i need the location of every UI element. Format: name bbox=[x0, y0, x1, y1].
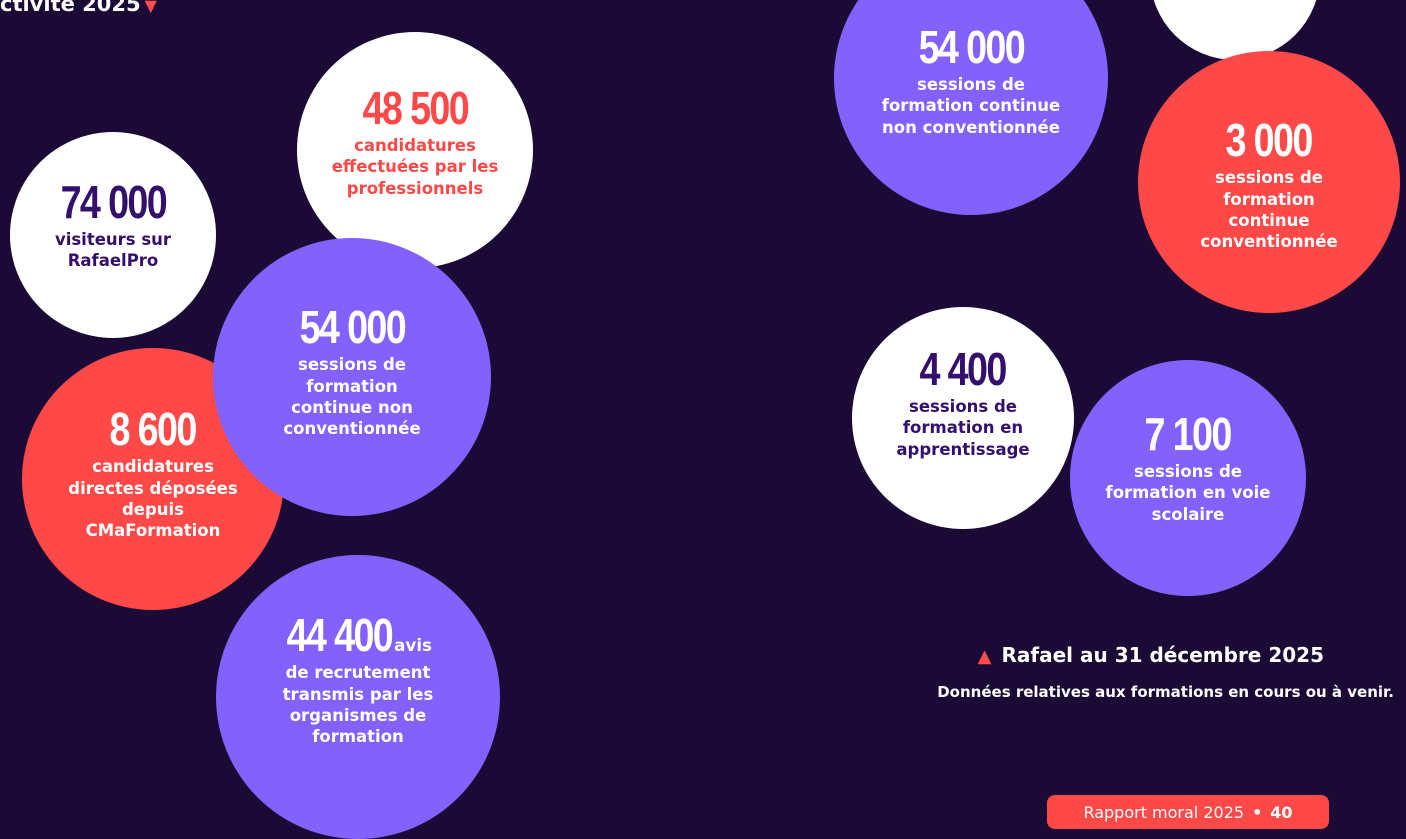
stat-bubble-visiteurs: 74 000 visiteurs sur RafaelPro bbox=[10, 132, 216, 338]
stat-text: sessions de formation continue non conve… bbox=[881, 74, 1061, 137]
stat-number: 54 000 bbox=[299, 301, 406, 354]
partial-bubble bbox=[1150, 0, 1320, 60]
stat-text: candidatures effectuées par les professi… bbox=[331, 135, 499, 198]
footnote-subtitle: Données relatives aux formations en cour… bbox=[937, 683, 1394, 701]
stat-bubble-sessions-continue-left: 54 000 sessions de formation continue no… bbox=[213, 238, 491, 516]
report-name: Rapport moral 2025 bbox=[1083, 802, 1245, 822]
stat-number: 74 000 bbox=[60, 175, 167, 228]
footnote-title: ▲ Rafael au 31 décembre 2025 bbox=[977, 643, 1324, 667]
stat-text: candidatures directes déposées depuis CM… bbox=[68, 457, 238, 541]
stat-number: 4 400 bbox=[919, 342, 1008, 395]
stat-number: 54 000 bbox=[918, 20, 1025, 73]
stat-text: visiteurs sur RafaelPro bbox=[54, 229, 172, 270]
stat-bubble-candidatures-pro: 48 500 candidatures effectuées par les p… bbox=[297, 32, 533, 268]
stat-number: 44 400 avis bbox=[286, 609, 433, 662]
footer-separator: • bbox=[1252, 802, 1263, 822]
stat-number: 3 000 bbox=[1225, 114, 1314, 167]
stat-bubble-sessions-scolaire: 7 100 sessions de formation en voie scol… bbox=[1070, 360, 1306, 596]
stat-bubble-sessions-apprentissage: 4 400 sessions de formation en apprentis… bbox=[852, 307, 1074, 529]
stat-number: 48 500 bbox=[362, 81, 469, 134]
stat-bubble-sessions-conventionnee: 3 000 sessions de formation continue con… bbox=[1138, 51, 1400, 313]
stat-text: sessions de formation en apprentissage bbox=[896, 396, 1030, 459]
stat-number: 8 600 bbox=[109, 403, 198, 456]
stat-suffix: avis bbox=[394, 636, 433, 657]
page-footer: Rapport moral 2025 • 40 bbox=[1047, 795, 1329, 829]
stat-text: sessions de formation continue conventio… bbox=[1200, 168, 1338, 252]
triangle-down-icon: ▼ bbox=[144, 0, 157, 15]
triangle-up-icon: ▲ bbox=[977, 646, 992, 667]
stat-bubble-sessions-continue-right: 54 000 sessions de formation continue no… bbox=[834, 0, 1108, 215]
stat-number: 7 100 bbox=[1144, 407, 1233, 460]
page-label: ctivité 2025 ▼ bbox=[0, 0, 157, 16]
page-number: 40 bbox=[1270, 802, 1293, 822]
stat-bubble-avis: 44 400 avis de recrutement transmis par l… bbox=[216, 555, 500, 839]
stat-text: sessions de formation en voie scolaire bbox=[1105, 461, 1271, 524]
stat-text: sessions de formation continue non conve… bbox=[283, 355, 421, 439]
stat-text: de recrutement transmis par les organism… bbox=[282, 663, 434, 747]
